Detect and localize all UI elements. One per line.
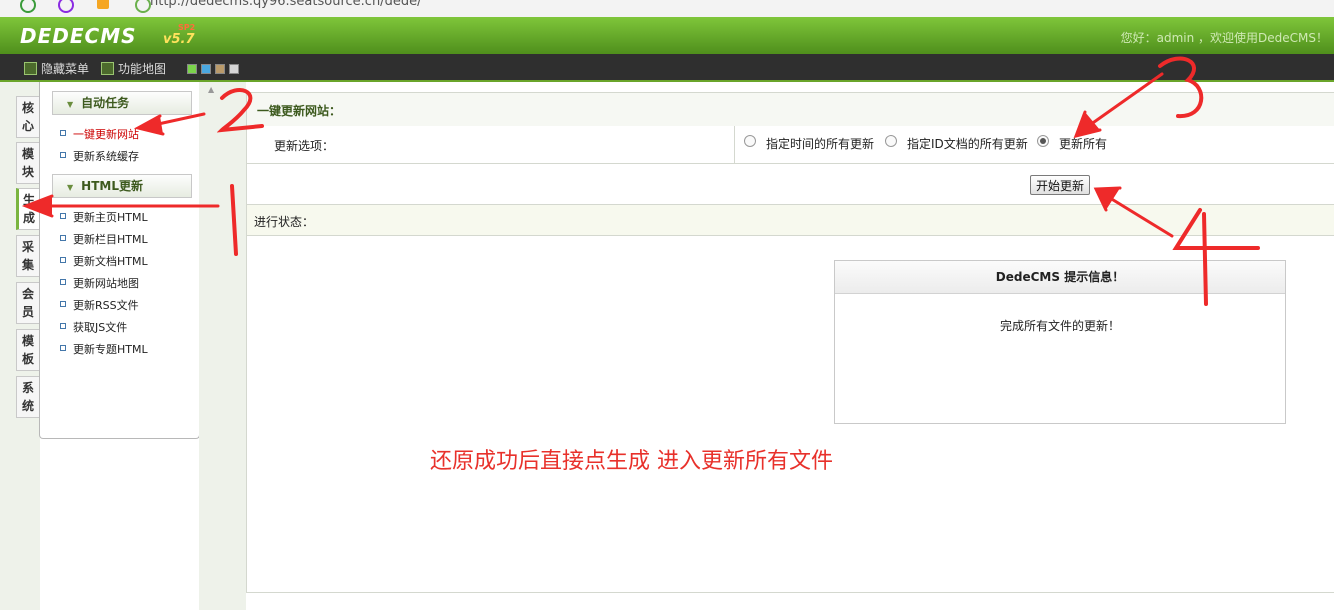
digit-3 — [1158, 56, 1204, 119]
digit-4 — [1172, 208, 1260, 306]
arrow-3-head — [1073, 110, 1102, 139]
arrow-1-head — [21, 194, 54, 218]
arrow-4-head — [1093, 186, 1122, 212]
annotation-arrows — [21, 56, 1260, 306]
arrow-2-head — [133, 114, 165, 136]
digit-2 — [216, 88, 264, 133]
digit-1 — [230, 184, 238, 256]
